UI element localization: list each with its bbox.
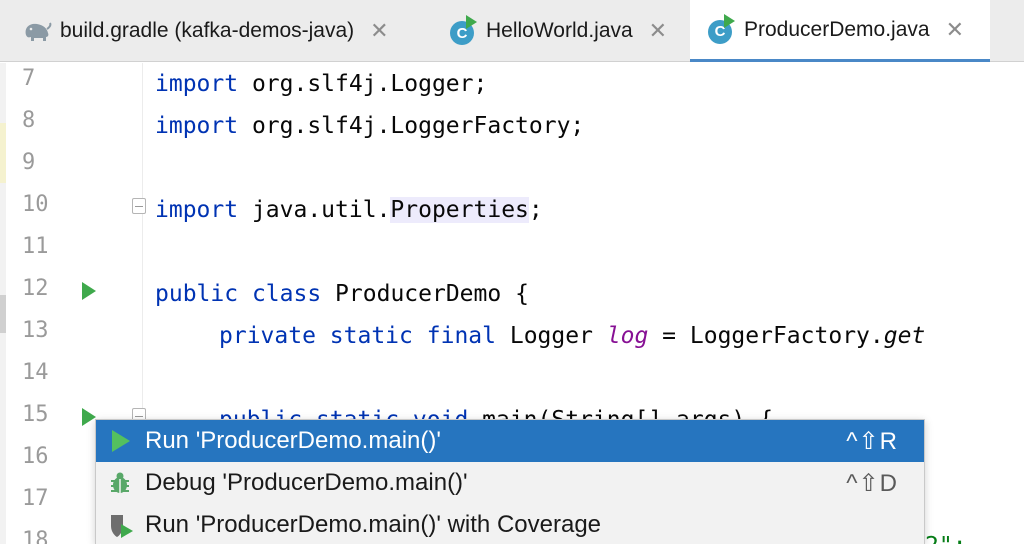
coverage-shield-icon [108, 512, 134, 538]
line-number: 18 [22, 528, 49, 544]
editor-tab-bar: build.gradle (kafka-demos-java) ✕ C Hell… [0, 0, 1024, 62]
debug-bug-icon [108, 470, 134, 496]
code-line-7: import org.slf4j.Logger; [155, 71, 488, 97]
tab-label: ProducerDemo.java [744, 17, 930, 41]
fold-icon[interactable] [132, 198, 146, 214]
run-context-popup: Run 'ProducerDemo.main()' ^⇧R Debug 'Pro… [95, 419, 925, 544]
tab-helloworld[interactable]: C HelloWorld.java ✕ [448, 0, 693, 62]
line-number: 14 [22, 360, 49, 385]
run-gutter-icon[interactable] [82, 408, 96, 426]
line-number: 11 [22, 234, 49, 259]
code-line-8: import org.slf4j.LoggerFactory; [155, 113, 585, 139]
line-number: 9 [22, 150, 36, 175]
menu-item-label: Run 'ProducerDemo.main()' [145, 427, 441, 454]
tab-producerdemo[interactable]: C ProducerDemo.java ✕ [690, 0, 990, 62]
line-number: 17 [22, 486, 49, 511]
close-icon[interactable]: ✕ [946, 17, 964, 43]
run-main-menu-item[interactable]: Run 'ProducerDemo.main()' ^⇧R [96, 420, 924, 462]
menu-item-shortcut: ^⇧D [846, 469, 898, 497]
code-line-13: private static final Logger log = Logger… [219, 323, 926, 349]
tab-label: build.gradle (kafka-demos-java) [60, 19, 355, 42]
line-number: 10 [22, 192, 49, 217]
line-number: 13 [22, 318, 49, 343]
java-class-icon: C [706, 13, 735, 44]
close-icon[interactable]: ✕ [649, 18, 667, 44]
close-icon[interactable]: ✕ [370, 18, 388, 44]
code-line-12: public class ProducerDemo { [155, 281, 529, 307]
gradle-elephant-icon [22, 17, 52, 45]
menu-item-label: Run 'ProducerDemo.main()' with Coverage [145, 511, 602, 538]
usage-highlight: Properties [390, 197, 529, 223]
run-with-coverage-menu-item[interactable]: Run 'ProducerDemo.main()' with Coverage [96, 504, 924, 544]
line-number: 7 [22, 66, 36, 91]
tab-label: HelloWorld.java [486, 19, 633, 42]
run-icon [108, 428, 134, 454]
debug-main-menu-item[interactable]: Debug 'ProducerDemo.main()' ^⇧D [96, 462, 924, 504]
java-class-icon: C [448, 15, 477, 45]
line-number: 8 [22, 108, 36, 133]
tab-build-gradle[interactable]: build.gradle (kafka-demos-java) ✕ [22, 0, 432, 62]
menu-item-shortcut: ^⇧R [846, 427, 898, 455]
line-number: 12 [22, 276, 49, 301]
menu-item-label: Debug 'ProducerDemo.main()' [145, 469, 468, 496]
line-number: 16 [22, 444, 49, 469]
run-gutter-icon[interactable] [82, 282, 96, 300]
code-line-18-tail: 2"; [925, 525, 967, 544]
code-line-10: import java.util.Properties; [155, 197, 543, 223]
line-number: 15 [22, 402, 49, 427]
